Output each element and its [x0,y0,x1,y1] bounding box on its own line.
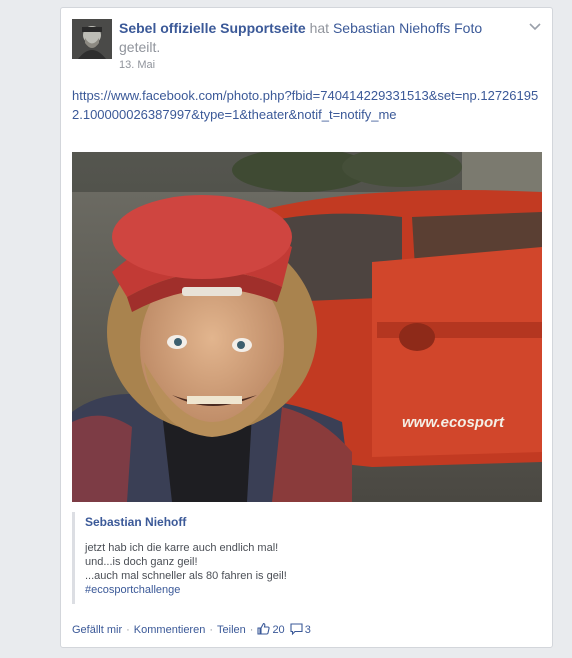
shared-word: hat [309,20,330,36]
shared-quote: Sebastian Niehoff jetzt hab ich die karr… [72,512,542,604]
comments-count[interactable]: 3 [305,624,311,636]
like-link[interactable]: Gefällt mir [72,624,122,636]
post-date[interactable]: 13. Mai [119,59,155,71]
separator: · [209,624,214,636]
quote-author-link[interactable]: Sebastian Niehoff [85,515,542,529]
post-photo[interactable]: www.ecosport [72,152,542,502]
separator: · [249,624,254,636]
comment-link[interactable]: Kommentieren [134,624,206,636]
quote-line: ...auch mal schneller als 80 fahren is g… [85,570,287,582]
hashtag-link[interactable]: #ecosportchallenge [85,583,542,597]
photo-owner-link[interactable]: Sebastian Niehoffs Foto [333,20,482,36]
chevron-down-icon[interactable] [528,21,542,33]
car-sign-text: www.ecosport [402,414,505,431]
speech-bubble-icon[interactable] [290,622,303,638]
likes-count[interactable]: 20 [272,624,284,636]
page-name-link[interactable]: Sebel offizielle Supportseite [119,20,306,36]
share-link[interactable]: Teilen [217,624,246,636]
quote-line: jetzt hab ich die karre auch endlich mal… [85,542,279,554]
post-card: Sebel offizielle Supportseite hat Sebast… [60,7,553,648]
quote-line: und...is doch ganz geil! [85,556,198,568]
page-avatar[interactable] [72,19,112,59]
separator: · [126,624,130,636]
post-url-link[interactable]: https://www.facebook.com/photo.php?fbid=… [72,86,544,124]
shared-suffix: geteilt. [119,39,161,55]
thumbs-up-icon[interactable] [257,622,271,638]
post-header: Sebel offizielle Supportseite hat Sebast… [119,19,519,57]
action-bar: Gefällt mir · Kommentieren · Teilen · 20… [72,622,311,638]
